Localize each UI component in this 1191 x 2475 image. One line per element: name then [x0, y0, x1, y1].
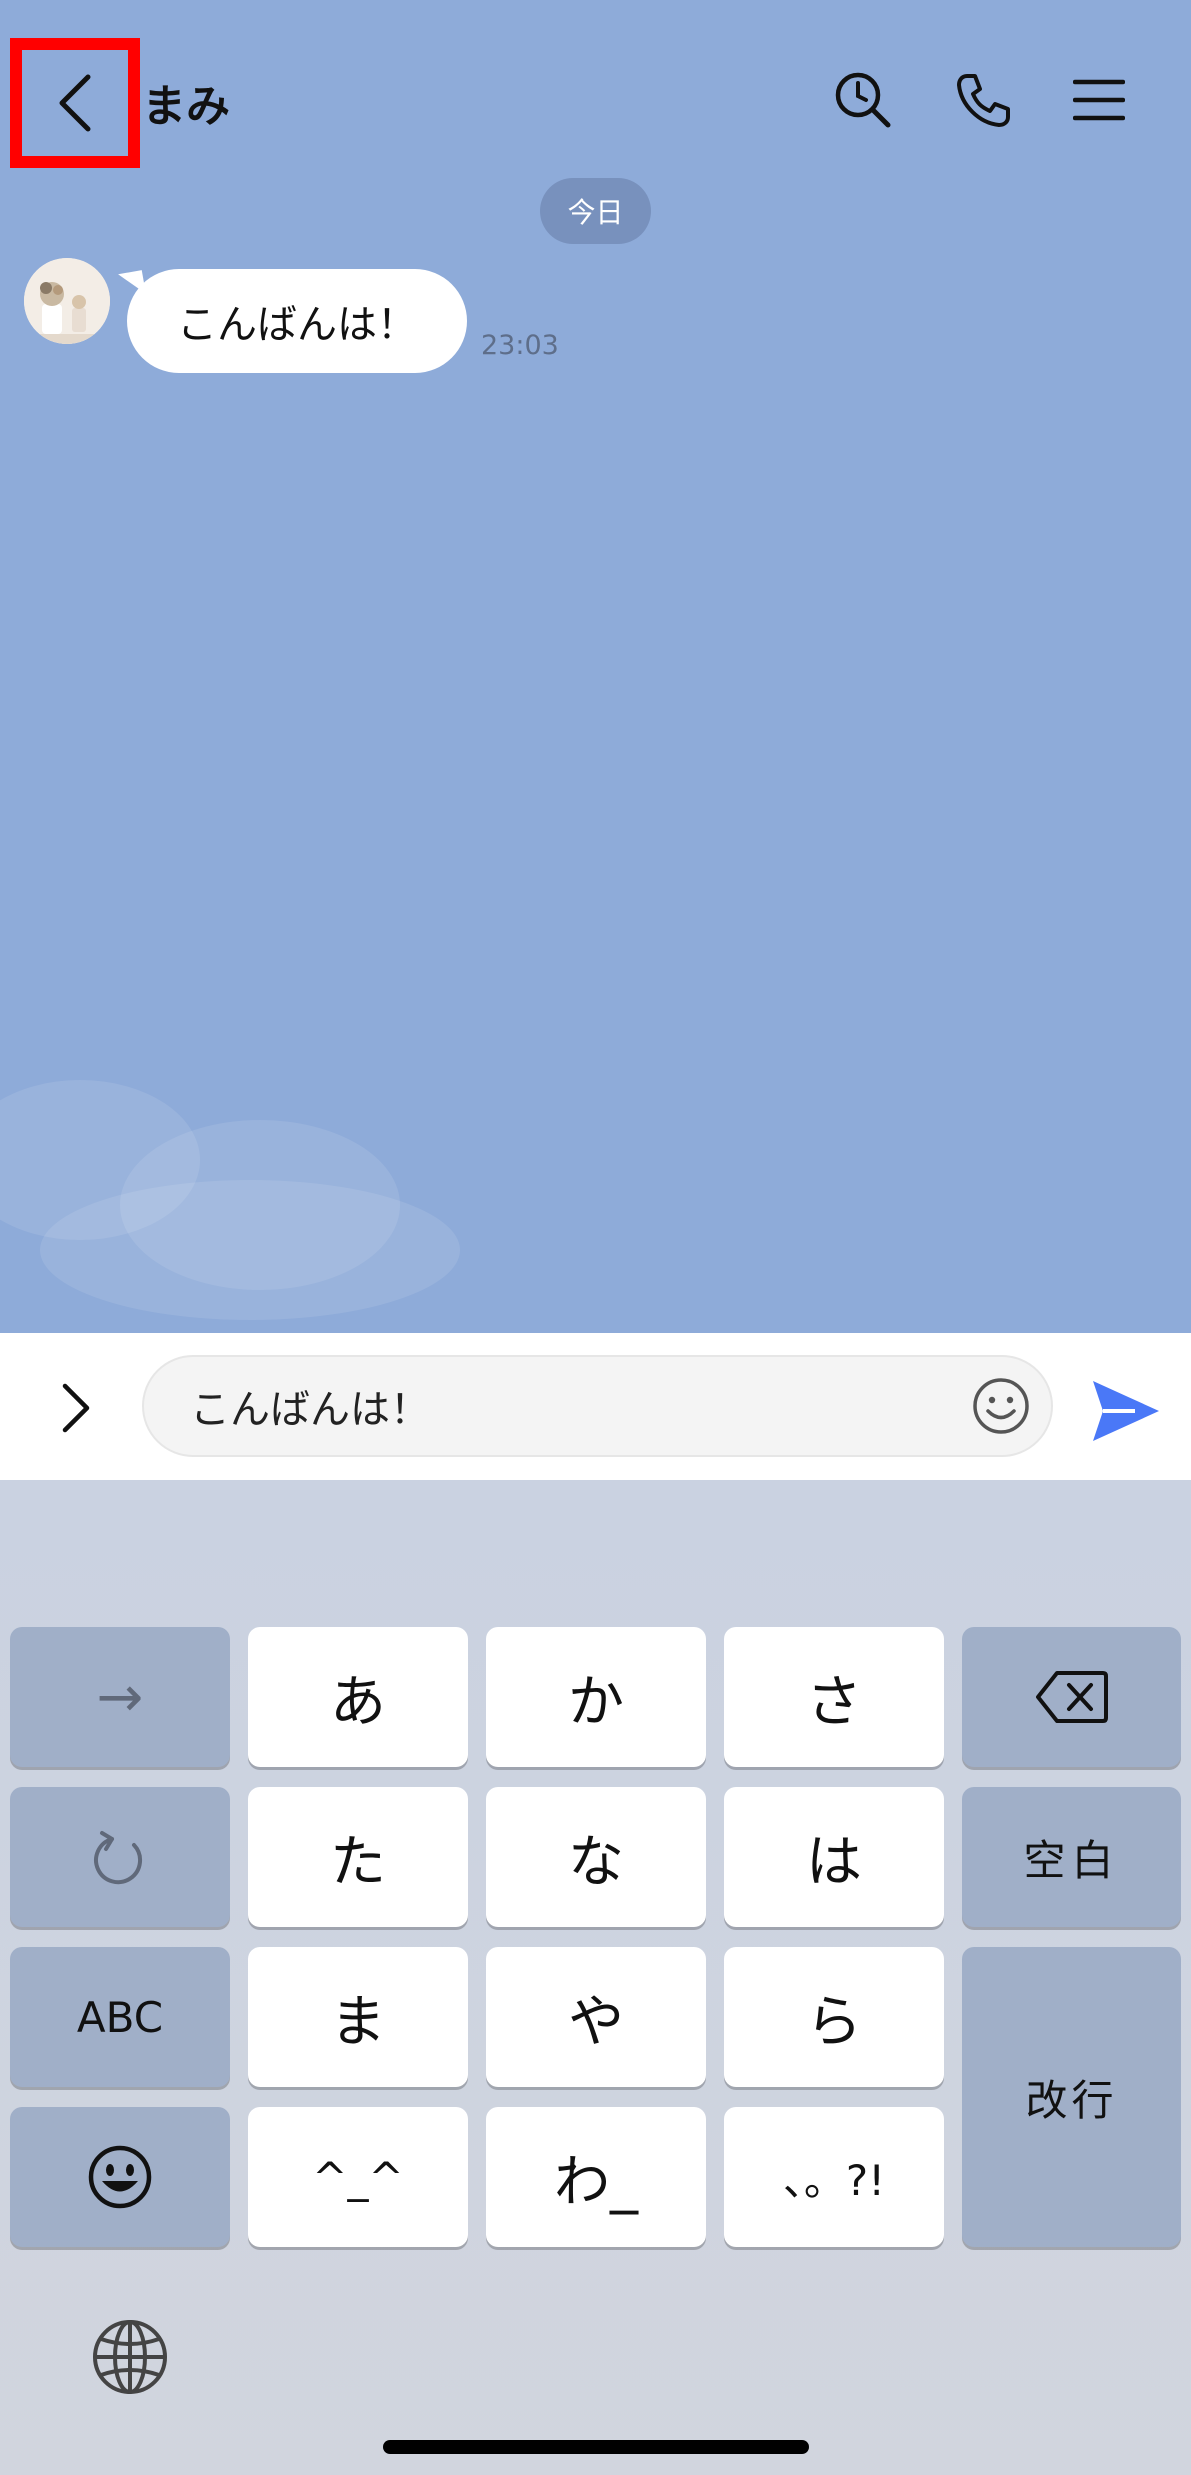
- chat-header: まみ: [0, 0, 1191, 200]
- call-button[interactable]: [948, 65, 1018, 135]
- menu-icon: [1073, 79, 1125, 121]
- back-button[interactable]: [10, 38, 140, 168]
- message-input[interactable]: こんばんは！: [142, 1355, 1053, 1457]
- avatar[interactable]: [24, 258, 110, 344]
- key-abc-label: ABC: [76, 1992, 164, 2042]
- key-return-label: 改行: [1025, 2075, 1118, 2125]
- key-punctuation-label: 、。?!: [782, 2155, 886, 2205]
- emoji-icon: [88, 2145, 152, 2209]
- key-ta[interactable]: た: [248, 1787, 468, 1927]
- key-ha-label: は: [806, 1829, 862, 1895]
- key-a[interactable]: あ: [248, 1627, 468, 1767]
- emoji-button[interactable]: [970, 1375, 1032, 1437]
- key-na-label: な: [568, 1829, 624, 1895]
- menu-button[interactable]: [1064, 65, 1134, 135]
- globe-icon: [93, 2320, 167, 2394]
- key-backspace[interactable]: [962, 1627, 1181, 1767]
- background-cloud: [40, 1180, 460, 1320]
- chevron-left-icon: [59, 74, 91, 132]
- key-ya[interactable]: や: [486, 1947, 706, 2087]
- key-ya-label: や: [568, 1989, 624, 2055]
- key-ma-label: ま: [330, 1989, 386, 2055]
- key-arrow-label: →: [96, 1664, 144, 1730]
- phone-icon: [957, 74, 1010, 127]
- key-wa-label: わ_: [554, 2149, 638, 2215]
- key-ma[interactable]: ま: [248, 1947, 468, 2087]
- key-sa-label: さ: [806, 1669, 862, 1735]
- chevron-right-icon: [62, 1383, 90, 1433]
- globe-button[interactable]: [88, 2315, 172, 2399]
- key-na[interactable]: な: [486, 1787, 706, 1927]
- avatar-image: [24, 258, 110, 344]
- japanese-keyboard: → あ か さ た な は 空白 ABC ま や ら 改行 ^_^ わ_ 、。?…: [0, 1480, 1191, 2475]
- home-indicator[interactable]: [383, 2440, 809, 2454]
- undo-icon: [94, 1831, 142, 1885]
- send-button[interactable]: [1085, 1371, 1165, 1451]
- send-icon: [1093, 1381, 1159, 1441]
- backspace-icon: [1035, 1671, 1108, 1723]
- key-undo[interactable]: [10, 1787, 230, 1927]
- key-ra-label: ら: [806, 1989, 862, 2055]
- key-ta-label: た: [330, 1829, 386, 1895]
- key-kaomoji-label: ^_^: [312, 2152, 404, 2202]
- date-separator: 今日: [540, 178, 651, 244]
- key-wa[interactable]: わ_: [486, 2107, 706, 2247]
- search-button[interactable]: [828, 65, 898, 135]
- key-kaomoji[interactable]: ^_^: [248, 2107, 468, 2247]
- message-input-text: こんばんは！: [190, 1387, 430, 1433]
- message-timestamp: 23:03: [481, 330, 559, 361]
- key-a-label: あ: [330, 1669, 386, 1735]
- chat-area: まみ 今日 こんばんは！ 23:03: [0, 0, 1191, 1333]
- key-ka[interactable]: か: [486, 1627, 706, 1767]
- expand-button[interactable]: [40, 1368, 110, 1448]
- key-arrow[interactable]: →: [10, 1627, 230, 1767]
- message-bubble[interactable]: こんばんは！: [127, 269, 467, 373]
- key-ka-label: か: [568, 1669, 624, 1735]
- contact-name: まみ: [142, 81, 230, 132]
- key-punctuation[interactable]: 、。?!: [724, 2107, 944, 2247]
- smiley-icon: [973, 1378, 1029, 1434]
- key-space-label: 空白: [1023, 1835, 1120, 1885]
- key-ra[interactable]: ら: [724, 1947, 944, 2087]
- key-space[interactable]: 空白: [962, 1787, 1181, 1927]
- key-sa[interactable]: さ: [724, 1627, 944, 1767]
- search-clock-icon: [835, 72, 891, 128]
- key-emoji[interactable]: [10, 2107, 230, 2247]
- message-input-bar: こんばんは！: [0, 1333, 1191, 1480]
- key-abc[interactable]: ABC: [10, 1947, 230, 2087]
- key-ha[interactable]: は: [724, 1787, 944, 1927]
- key-return[interactable]: 改行: [962, 1947, 1181, 2247]
